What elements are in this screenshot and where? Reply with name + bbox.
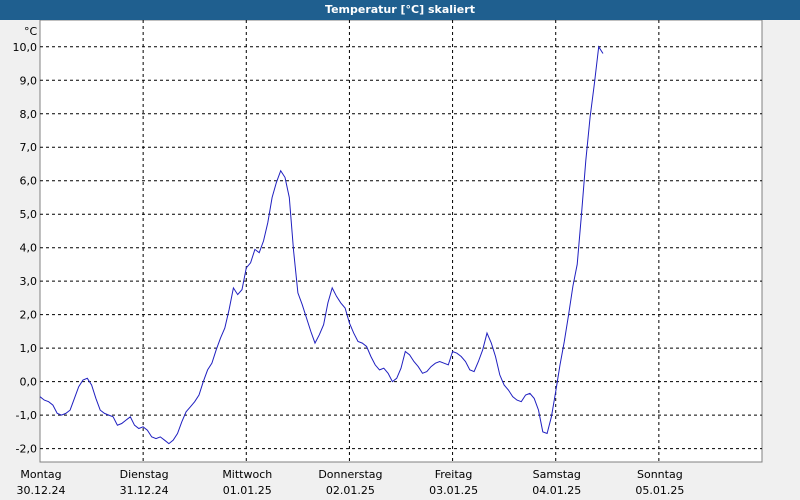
y-tick-label: 6,0 — [20, 175, 38, 188]
y-tick-label: -1,0 — [16, 409, 37, 422]
y-tick-label: 9,0 — [20, 74, 38, 87]
y-axis-ticks: 10,0 9,0 8,0 7,0 6,0 5,0 4,0 3,0 2,0 1,0 0,0 -1,0 -2… — [13, 41, 38, 456]
x-tick-date: 02.01.25 — [326, 484, 375, 497]
x-tick-date: 05.01.25 — [635, 484, 684, 497]
x-tick-day: Dienstag — [120, 468, 169, 481]
y-tick-label: 0,0 — [20, 376, 38, 389]
temperature-chart: 10,0 9,0 8,0 7,0 6,0 5,0 4,0 3,0 2,0 1,0 0,0 -1,0 -2… — [13, 20, 763, 497]
window-title: Temperatur [°C] skaliert — [0, 0, 800, 20]
plot-area — [39, 20, 763, 463]
y-tick-label: -2,0 — [16, 443, 37, 456]
x-tick-date: 03.01.25 — [429, 484, 478, 497]
x-axis-ticks: Montag 30.12.24 Dienstag 31.12.24 Mittwoch 01… — [17, 468, 685, 497]
x-tick-date: 04.01.25 — [532, 484, 581, 497]
y-tick-label: 3,0 — [20, 275, 38, 288]
y-axis-unit: °C — [24, 25, 38, 38]
y-tick-label: 4,0 — [20, 242, 38, 255]
x-tick-date: 31.12.24 — [120, 484, 169, 497]
x-tick-day: Donnerstag — [318, 468, 382, 481]
x-tick-day: Montag — [20, 468, 61, 481]
y-tick-label: 2,0 — [20, 309, 38, 322]
x-tick-day: Samstag — [533, 468, 581, 481]
y-tick-label: 7,0 — [20, 141, 38, 154]
x-tick-day: Sonntag — [637, 468, 683, 481]
x-tick-day: Freitag — [435, 468, 473, 481]
x-tick-date: 30.12.24 — [17, 484, 66, 497]
y-tick-label: 5,0 — [20, 208, 38, 221]
y-tick-label: 8,0 — [20, 108, 38, 121]
x-tick-day: Mittwoch — [222, 468, 272, 481]
y-tick-label: 10,0 — [13, 41, 38, 54]
x-tick-date: 01.01.25 — [223, 484, 272, 497]
y-tick-label: 1,0 — [20, 342, 38, 355]
